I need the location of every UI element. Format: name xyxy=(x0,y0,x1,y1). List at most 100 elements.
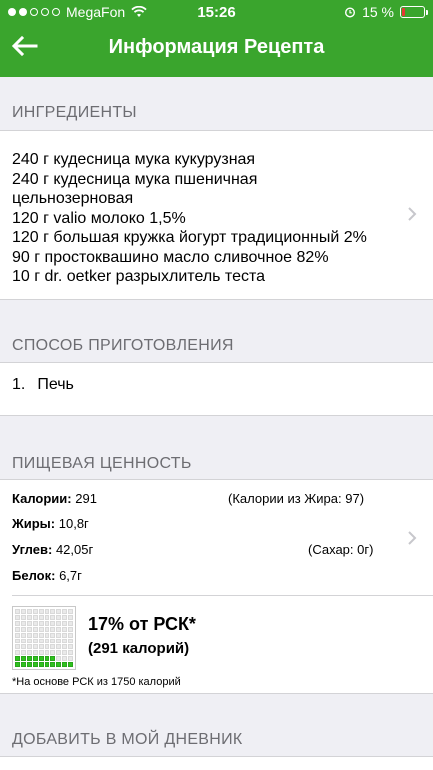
rsk-grid-cell xyxy=(50,656,56,662)
rsk-grid-cell xyxy=(20,662,26,667)
rsk-grid-cell xyxy=(62,638,68,644)
diary-section-title: ДОБАВИТЬ В МОЙ ДНЕВНИК xyxy=(12,731,243,748)
rsk-grid-cell xyxy=(44,650,50,656)
rsk-grid-cell xyxy=(50,614,56,620)
sugar-text: (Сахар: 0г) xyxy=(308,542,374,557)
rsk-grid-cell xyxy=(26,650,32,656)
rsk-grid-cell xyxy=(56,644,62,650)
rsk-grid-cell xyxy=(26,662,32,667)
ingredient-line: 240 г кудесница мука кукурузная xyxy=(12,151,256,168)
rsk-grid-cell xyxy=(68,620,73,626)
carbs-label: Углев: xyxy=(12,542,53,557)
rsk-grid-cell xyxy=(68,626,73,632)
rsk-grid-cell xyxy=(68,644,73,650)
ingredients-list: 240 г кудесница мука кукурузная 240 г куд… xyxy=(12,150,402,287)
rsk-grid-cell xyxy=(50,620,56,626)
rsk-grid-cell xyxy=(32,650,38,656)
carbs-value: 42,05г xyxy=(55,542,94,557)
rsk-grid-cell xyxy=(32,626,38,632)
ingredients-section-title: ИНГРЕДИЕНТЫ xyxy=(12,104,137,121)
rsk-grid-cell xyxy=(26,609,32,614)
rsk-grid-cell xyxy=(50,650,56,656)
battery-percent: 15 % xyxy=(362,4,394,20)
rsk-grid-cell xyxy=(68,662,73,667)
rsk-grid-cell xyxy=(50,626,56,632)
rsk-grid-cell xyxy=(62,614,68,620)
rsk-grid-cell xyxy=(15,644,20,650)
chevron-right-icon xyxy=(408,531,417,545)
rsk-grid-cell xyxy=(44,626,50,632)
rsk-grid-cell xyxy=(38,662,44,667)
rsk-grid-cell xyxy=(68,656,73,662)
rsk-grid-cell xyxy=(62,626,68,632)
rsk-grid-cell xyxy=(15,662,20,667)
rsk-grid-cell xyxy=(62,662,68,667)
ingredient-line: 240 г кудесница мука пшеничная xyxy=(12,170,258,188)
rsk-grid-cell xyxy=(62,632,68,638)
nutrition-section-title: ПИЩЕВАЯ ЦЕННОСТЬ xyxy=(12,455,192,472)
app-header: MegaFon 15:26 15 % Информация Рецепта xyxy=(0,0,433,77)
rsk-grid-cell xyxy=(50,609,56,614)
rsk-grid-cell xyxy=(44,644,50,650)
rsk-grid-cell xyxy=(38,644,44,650)
rsk-grid-cell xyxy=(56,656,62,662)
method-step-text: Печь xyxy=(37,376,74,393)
rsk-grid-cell xyxy=(38,626,44,632)
rsk-grid-cell xyxy=(68,632,73,638)
rsk-grid-cell xyxy=(15,614,20,620)
alarm-icon xyxy=(345,7,356,18)
method-step: 1. Печь xyxy=(12,376,74,394)
calories-label: Калории: xyxy=(12,491,72,506)
rsk-block: 17% от РСК* (291 калорий) *На основе РСК… xyxy=(0,596,433,694)
rsk-grid-cell xyxy=(32,620,38,626)
rsk-grid-cell xyxy=(20,632,26,638)
calories-value: 291 xyxy=(75,491,97,506)
rsk-grid-cell xyxy=(20,626,26,632)
rsk-grid-cell xyxy=(32,638,38,644)
rsk-grid-cell xyxy=(32,632,38,638)
rsk-grid-cell xyxy=(68,614,73,620)
ingredients-card[interactable]: 240 г кудесница мука кукурузная 240 г куд… xyxy=(0,130,433,300)
rsk-grid-cell xyxy=(44,614,50,620)
ingredient-line: 90 г простоквашино масло сливочное 82% xyxy=(12,248,329,266)
fat-row: Жиры: 10,8г xyxy=(12,516,89,531)
rsk-grid-cell xyxy=(50,662,56,667)
rsk-grid-cell xyxy=(56,638,62,644)
battery-icon xyxy=(400,6,428,18)
ingredient-line: цельнозерновая xyxy=(12,190,134,207)
chevron-right-icon xyxy=(408,207,417,221)
rsk-grid-cell xyxy=(44,620,50,626)
rsk-grid-cell xyxy=(50,644,56,650)
rsk-grid-cell xyxy=(38,614,44,620)
rsk-footnote: *На основе РСК из 1750 калорий xyxy=(12,676,181,688)
rsk-grid-cell xyxy=(15,632,20,638)
rsk-grid-cell xyxy=(44,638,50,644)
carbs-row: Углев: 42,05г xyxy=(12,542,93,557)
status-bar: MegaFon 15:26 15 % xyxy=(0,0,433,24)
rsk-grid-cell xyxy=(38,620,44,626)
diary-card[interactable] xyxy=(0,756,433,770)
rsk-grid-cell xyxy=(32,656,38,662)
rsk-grid-cell xyxy=(56,626,62,632)
rsk-subtitle: (291 калорий) xyxy=(88,640,190,657)
calories-row: Калории: 291 xyxy=(12,491,97,506)
protein-label: Белок: xyxy=(12,568,56,583)
status-right: 15 % xyxy=(344,4,428,20)
rsk-grid-cell xyxy=(44,656,50,662)
rsk-grid-cell xyxy=(26,644,32,650)
rsk-grid-cell xyxy=(15,638,20,644)
rsk-grid-cell xyxy=(15,620,20,626)
rsk-grid-cell xyxy=(38,650,44,656)
nutrition-card[interactable]: Калории: 291 (Калории из Жира: 97) Жиры:… xyxy=(0,479,433,694)
rsk-grid-cell xyxy=(26,614,32,620)
rsk-grid-cell xyxy=(62,644,68,650)
rsk-grid-cell xyxy=(68,638,73,644)
fat-value: 10,8г xyxy=(58,516,89,531)
rsk-grid-cell xyxy=(62,609,68,614)
fat-label: Жиры: xyxy=(12,516,56,531)
rsk-grid-cell xyxy=(26,626,32,632)
fat-calories-text: (Калории из Жира: 97) xyxy=(228,491,365,506)
rsk-grid-cell xyxy=(20,614,26,620)
rsk-grid-cell xyxy=(50,638,56,644)
rsk-grid-cell xyxy=(68,609,73,614)
